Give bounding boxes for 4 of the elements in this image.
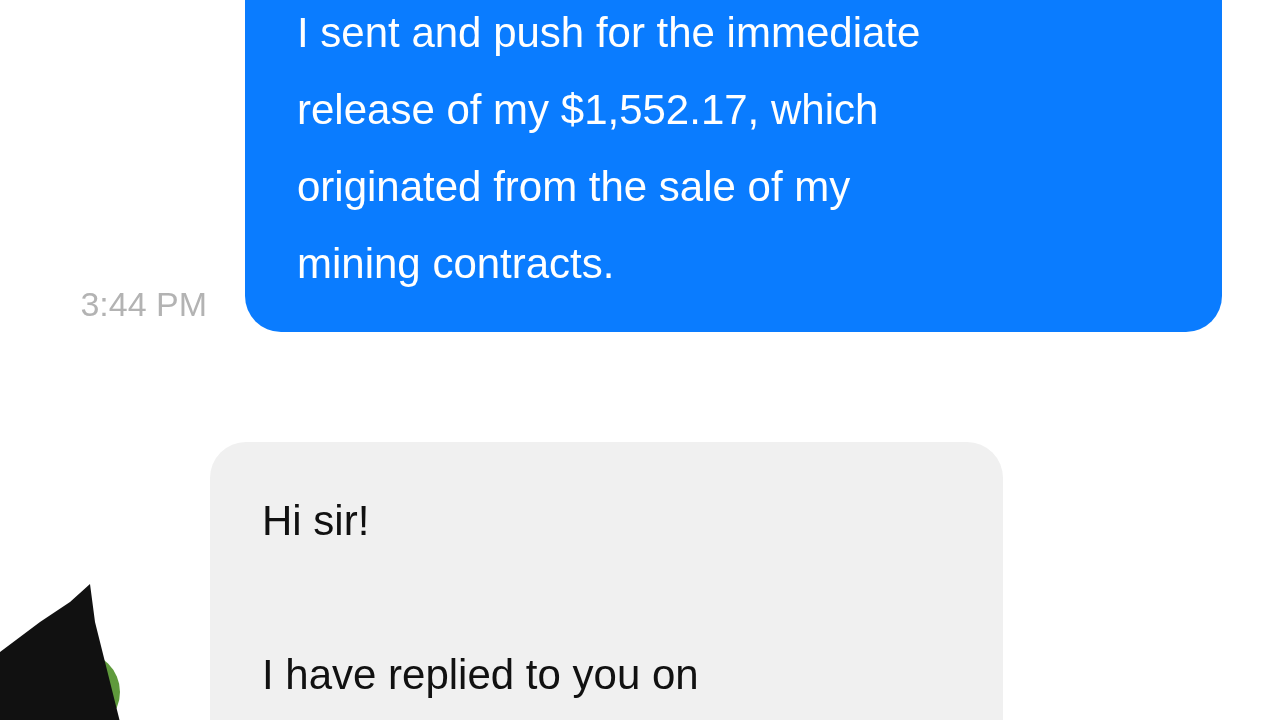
message-time: 3:44 PM	[80, 285, 207, 324]
message-text: I have replied to you on	[262, 650, 700, 700]
message-text: Hi sir!	[262, 496, 371, 546]
sent-message-bubble: I sent and push for the immediate release of my $1,552.17, which originated from the sale of my mining contracts.	[245, 0, 1222, 332]
